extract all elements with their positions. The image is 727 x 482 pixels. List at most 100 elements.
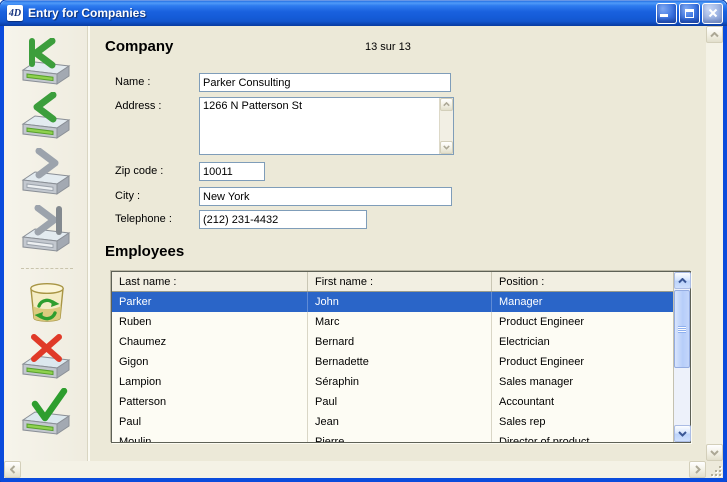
table-scroll-up-button[interactable] (674, 272, 691, 289)
employees-table-main: Last name : First name : Position : Park… (112, 272, 673, 442)
window-scroll-down-button (706, 444, 723, 461)
address-scrollbar (439, 98, 453, 154)
cell-position: Sales rep (492, 412, 673, 432)
window-scroll-up-button (706, 26, 723, 43)
scroll-thumb-grip-icon (678, 326, 686, 333)
address-scroll-up-button[interactable] (440, 98, 453, 111)
next-record-icon (23, 151, 69, 194)
chevron-up-icon (710, 32, 719, 38)
cell-first-name: Bernadette (308, 352, 492, 372)
table-row[interactable]: PattersonPaulAccountant (112, 392, 673, 412)
window-scroll-right-button (689, 461, 706, 478)
cell-last-name: Paul (112, 412, 308, 432)
name-field[interactable] (199, 73, 451, 92)
cell-first-name: Pierre (308, 432, 492, 442)
chevron-down-icon (443, 145, 450, 150)
cancel-x-icon (23, 337, 69, 378)
window-vertical-scrollbar (706, 26, 723, 461)
previous-record-button[interactable] (19, 92, 75, 142)
form-area: Company 13 sur 13 Name : Address : 1266 … (90, 26, 706, 461)
cell-first-name: Paul (308, 392, 492, 412)
app-window: 4D Entry for Companies (0, 0, 727, 482)
last-record-button[interactable] (19, 205, 75, 255)
table-row[interactable]: LampionSéraphinSales manager (112, 372, 673, 392)
4d-app-icon: 4D (7, 5, 23, 21)
address-field[interactable]: 1266 N Patterson St (200, 98, 439, 154)
table-row[interactable]: PaulJeanSales rep (112, 412, 673, 432)
cell-position: Sales manager (492, 372, 673, 392)
cell-last-name: Lampion (112, 372, 308, 392)
record-counter: 13 sur 13 (365, 41, 411, 53)
cell-first-name: Séraphin (308, 372, 492, 392)
window-scroll-left-button (4, 461, 21, 478)
maximize-icon (685, 9, 694, 18)
address-box: 1266 N Patterson St (199, 97, 454, 155)
cell-position: Product Engineer (492, 352, 673, 372)
cell-position: Electrician (492, 332, 673, 352)
table-scroll-thumb[interactable] (674, 290, 690, 368)
close-icon (708, 8, 718, 18)
cell-position: Product Engineer (492, 312, 673, 332)
chevron-up-icon (443, 102, 450, 107)
resize-grip[interactable] (706, 461, 723, 478)
zip-field[interactable] (199, 162, 265, 181)
name-label: Name : (115, 76, 150, 88)
city-field[interactable] (199, 187, 452, 206)
table-row[interactable]: RubenMarcProduct Engineer (112, 312, 673, 332)
column-header-first-name[interactable]: First name : (308, 272, 492, 291)
titlebar[interactable]: 4D Entry for Companies (0, 0, 727, 26)
cell-first-name: John (308, 292, 492, 312)
employee-table-rows: ParkerJohnManagerRubenMarcProduct Engine… (112, 292, 673, 442)
first-record-icon (23, 41, 69, 84)
trash-recycle-icon (31, 284, 63, 321)
table-row[interactable]: MoulinPierreDirector of product (112, 432, 673, 442)
last-record-icon (23, 208, 69, 251)
next-record-button[interactable] (19, 148, 75, 198)
chevron-right-icon (695, 465, 701, 474)
cell-position: Accountant (492, 392, 673, 412)
column-header-last-name[interactable]: Last name : (112, 272, 308, 291)
cell-last-name: Ruben (112, 312, 308, 332)
company-section-title: Company (105, 38, 173, 55)
employees-section-title: Employees (105, 243, 184, 260)
zip-label: Zip code : (115, 165, 163, 177)
record-toolbar (4, 26, 90, 461)
employees-table-scrollbar (673, 272, 690, 442)
delete-record-button[interactable] (19, 276, 75, 326)
window-horizontal-scrollbar (4, 461, 706, 478)
minimize-button[interactable] (656, 3, 677, 24)
cancel-record-button[interactable] (19, 332, 75, 382)
cell-first-name: Jean (308, 412, 492, 432)
column-header-position[interactable]: Position : (492, 272, 673, 291)
table-row[interactable]: ParkerJohnManager (112, 292, 673, 312)
table-row[interactable]: GigonBernadetteProduct Engineer (112, 352, 673, 372)
first-record-button[interactable] (19, 38, 75, 88)
city-label: City : (115, 190, 140, 202)
telephone-field[interactable] (199, 210, 367, 229)
cell-position: Manager (492, 292, 673, 312)
cell-last-name: Patterson (112, 392, 308, 412)
chevron-left-icon (10, 465, 16, 474)
previous-record-icon (23, 95, 69, 138)
employee-table-header: Last name : First name : Position : (112, 272, 673, 292)
cell-last-name: Gigon (112, 352, 308, 372)
window-title: Entry for Companies (28, 6, 656, 20)
resize-grip-icon (710, 465, 723, 478)
maximize-button[interactable] (679, 3, 700, 24)
employees-table: Last name : First name : Position : Park… (111, 271, 691, 443)
table-scroll-down-button[interactable] (674, 425, 691, 442)
address-label: Address : (115, 100, 161, 112)
cell-first-name: Marc (308, 312, 492, 332)
table-row[interactable]: ChaumezBernardElectrician (112, 332, 673, 352)
cell-last-name: Parker (112, 292, 308, 312)
address-scroll-down-button[interactable] (440, 141, 453, 154)
chevron-up-icon (678, 278, 687, 284)
cell-last-name: Moulin (112, 432, 308, 442)
validate-record-button[interactable] (19, 388, 75, 438)
toolbar-separator (21, 268, 73, 269)
chevron-down-icon (678, 431, 687, 437)
validate-check-icon (23, 391, 69, 434)
cell-last-name: Chaumez (112, 332, 308, 352)
window-body: Company 13 sur 13 Name : Address : 1266 … (4, 26, 723, 461)
telephone-label: Telephone : (115, 213, 172, 225)
